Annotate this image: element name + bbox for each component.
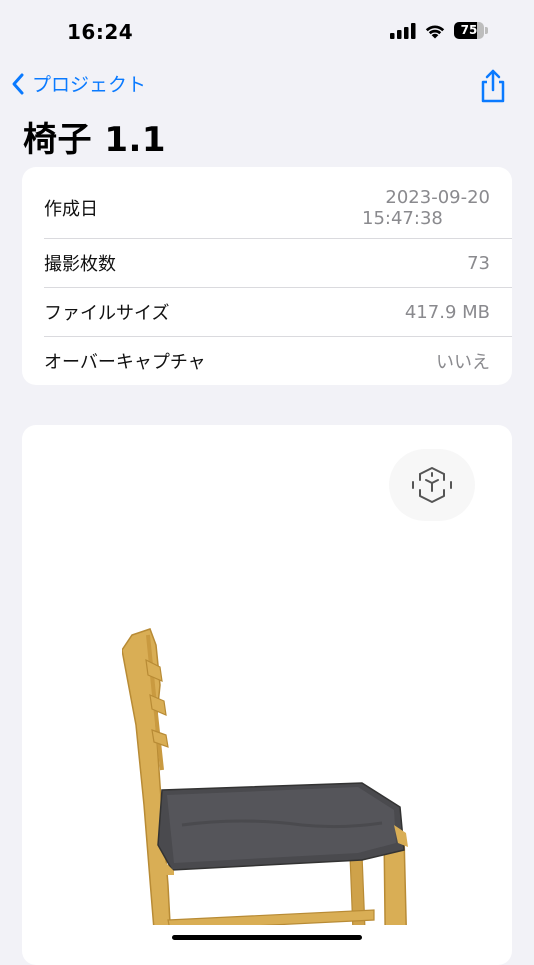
share-button[interactable] (476, 68, 510, 104)
status-bar: 16:24 75 (0, 0, 534, 66)
chair-model-image (122, 628, 408, 925)
info-label: 撮影枚数 (44, 254, 116, 275)
info-row-overcapture: オーバーキャプチャ いいえ (44, 337, 490, 385)
info-label: オーバーキャプチャ (44, 352, 206, 373)
info-card: 作成日 2023-09-20 15:47:38 撮影枚数 73 ファイルサイズ … (22, 167, 512, 385)
info-label: 作成日 (44, 199, 98, 220)
info-value: いいえ (436, 352, 490, 373)
back-label: プロジェクト (32, 74, 147, 96)
battery-level: 75 (460, 23, 478, 37)
navigation-bar: プロジェクト (0, 64, 534, 108)
info-label: ファイルサイズ (44, 303, 170, 324)
info-value: 2023-09-20 15:47:38 (362, 187, 490, 229)
status-time: 16:24 (67, 20, 134, 44)
chevron-left-icon (12, 73, 24, 94)
info-value: 73 (467, 252, 490, 274)
model-preview-card[interactable] (22, 425, 512, 965)
share-icon (481, 69, 505, 103)
ar-view-button[interactable] (389, 449, 475, 521)
chair-seat (156, 782, 408, 875)
wifi-icon (425, 24, 445, 38)
created-time: 15:47:38 (362, 208, 443, 229)
status-icons: 75 (390, 22, 488, 39)
created-date: 2023-09-20 (385, 187, 490, 208)
cellular-signal-icon (390, 22, 416, 39)
info-row-photo-count: 撮影枚数 73 (44, 239, 490, 287)
battery-icon: 75 (454, 22, 488, 39)
ar-cube-icon (412, 467, 452, 503)
chair-frame (122, 628, 407, 925)
info-value: 417.9 MB (404, 301, 490, 323)
info-row-file-size: ファイルサイズ 417.9 MB (44, 288, 490, 336)
back-button[interactable]: プロジェクト (10, 70, 146, 97)
info-row-created-date: 作成日 2023-09-20 15:47:38 (44, 177, 490, 239)
home-indicator[interactable] (172, 935, 362, 940)
page-title: 椅子 1.1 (23, 120, 167, 160)
